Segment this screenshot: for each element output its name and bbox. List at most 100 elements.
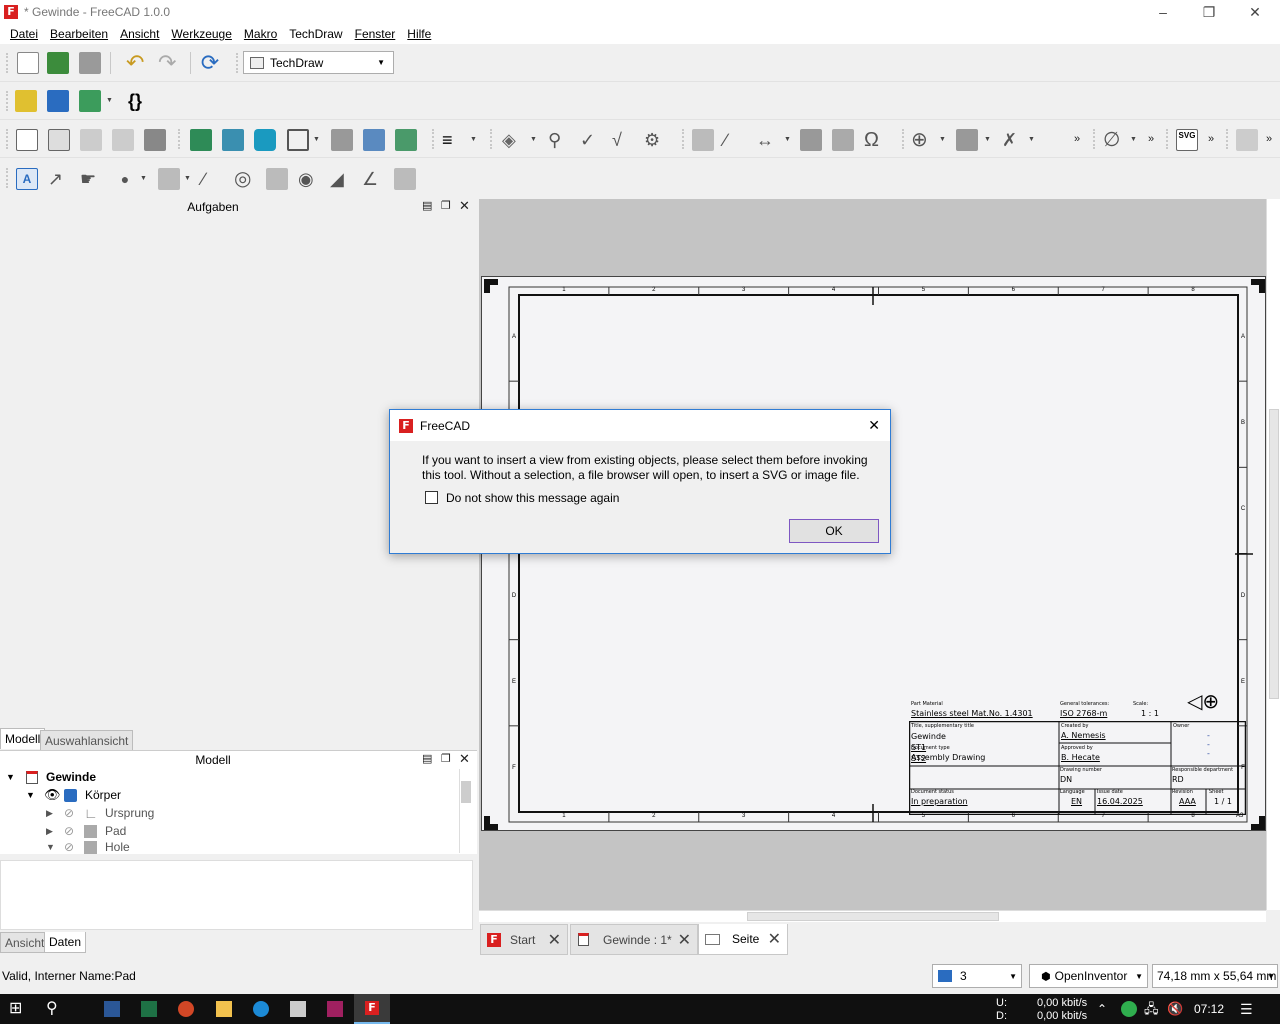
variable-set-icon[interactable]: {}: [124, 90, 146, 112]
float-panel-icon[interactable]: ▤: [422, 199, 432, 212]
winrar-icon[interactable]: [327, 1001, 343, 1017]
float-model-panel-icon[interactable]: ▤: [422, 752, 432, 765]
symbol-icon[interactable]: Ω: [864, 129, 886, 151]
tray-chevron-up-icon[interactable]: ⌃: [1097, 1001, 1113, 1017]
extent-dimension-icon[interactable]: [832, 129, 854, 151]
overflow-chevron-4[interactable]: »: [1266, 133, 1272, 145]
overflow-chevron-2[interactable]: »: [1148, 133, 1154, 145]
leader-line-icon[interactable]: ↗: [48, 168, 70, 190]
close-model-panel-icon[interactable]: ✕: [459, 751, 470, 767]
rich-annotation-icon[interactable]: A: [16, 168, 38, 190]
menu-fenster[interactable]: Fenster: [349, 27, 402, 41]
doc-tab-gewinde[interactable]: Gewinde : 1* ✕: [570, 924, 698, 955]
dimension-display[interactable]: 74,18 mm x 55,64 mm ▼: [1152, 964, 1278, 988]
network-icon[interactable]: 🖧: [1144, 1001, 1160, 1017]
redraw-page-icon[interactable]: [80, 129, 102, 151]
diameter-icon[interactable]: ∅: [1103, 129, 1125, 151]
menu-makro[interactable]: Makro: [238, 27, 283, 41]
surface-finish-icon[interactable]: √: [612, 129, 634, 151]
expand-arrow-icon[interactable]: ▶: [46, 826, 60, 837]
annotation-icon[interactable]: ≡: [442, 129, 464, 151]
export-page-icon[interactable]: [112, 129, 134, 151]
undock-panel-icon[interactable]: ❐: [441, 199, 451, 212]
overflow-chevron-3[interactable]: »: [1208, 133, 1214, 145]
workbench-selector[interactable]: TechDraw ▼: [243, 51, 394, 74]
close-tab-icon[interactable]: ✕: [548, 930, 561, 950]
open-document-icon[interactable]: [47, 52, 69, 74]
hidden-eye-icon[interactable]: ⊘: [64, 806, 84, 820]
section-view-icon[interactable]: [331, 129, 353, 151]
undo-icon[interactable]: ↶: [126, 52, 148, 74]
angle-icon[interactable]: ∠: [362, 168, 384, 190]
menu-bearbeiten[interactable]: Bearbeiten: [44, 27, 114, 41]
remove-cosmetic-icon[interactable]: ✗: [1002, 129, 1024, 151]
centerline-face-icon[interactable]: [158, 168, 180, 190]
menu-hilfe[interactable]: Hilfe: [401, 27, 437, 41]
excel-icon[interactable]: [141, 1001, 157, 1017]
tab-ansicht[interactable]: Ansicht: [0, 932, 50, 953]
redo-icon[interactable]: ↷: [158, 52, 180, 74]
dont-show-again-label[interactable]: Do not show this message again: [446, 491, 619, 505]
expand-arrow-icon[interactable]: ▶: [46, 808, 60, 819]
dont-show-again-checkbox[interactable]: [425, 491, 438, 504]
new-document-icon[interactable]: [17, 52, 39, 74]
chamfer-icon[interactable]: ◢: [330, 168, 352, 190]
hidden-eye-icon[interactable]: ⊘: [64, 824, 84, 838]
doc-tab-start[interactable]: F Start ✕: [480, 924, 568, 955]
active-view-icon[interactable]: [222, 129, 244, 151]
notification-icon[interactable]: ☰: [1240, 1001, 1256, 1017]
navigation-style-selector[interactable]: ⬢ OpenInventor ▼: [1029, 964, 1148, 988]
close-window-button[interactable]: ✕: [1232, 0, 1278, 24]
tree-item-koerper[interactable]: ▼ 👁 Körper: [26, 786, 121, 804]
hatch-icon[interactable]: [692, 129, 714, 151]
expand-arrow-icon[interactable]: ▼: [26, 790, 40, 800]
volume-icon[interactable]: 🔇: [1167, 1001, 1183, 1017]
leader-icon[interactable]: ◈: [502, 129, 524, 151]
tab-auswahlansicht[interactable]: Auswahlansicht: [40, 730, 134, 751]
close-panel-icon[interactable]: ✕: [459, 198, 470, 214]
cosmetic-vertex-icon[interactable]: [956, 129, 978, 151]
dialog-close-icon[interactable]: ✕: [868, 417, 880, 434]
horizontal-dimension-icon[interactable]: ↔: [756, 129, 778, 151]
overflow-chevron-1[interactable]: »: [1074, 133, 1080, 145]
group-icon[interactable]: [47, 90, 69, 112]
windows-start-icon[interactable]: ⊞: [9, 1001, 25, 1017]
drawing-horizontal-scrollbar[interactable]: [479, 910, 1266, 922]
show-all-icon[interactable]: ◉: [298, 168, 320, 190]
format-lines-icon[interactable]: [266, 168, 288, 190]
expand-arrow-icon[interactable]: ▼: [46, 842, 60, 852]
menu-werkzeuge[interactable]: Werkzeuge: [165, 27, 237, 41]
detail-view-icon[interactable]: [363, 129, 385, 151]
tree-item-ursprung[interactable]: ▶ ⊘ ∟ Ursprung: [46, 804, 154, 822]
undock-model-panel-icon[interactable]: ❐: [441, 752, 451, 765]
thread-icon[interactable]: [394, 168, 416, 190]
visibility-eye-icon[interactable]: 👁: [44, 787, 64, 803]
insert-page-icon[interactable]: [16, 129, 38, 151]
cosmetic-circle-icon[interactable]: ◎: [234, 168, 256, 190]
maximize-button[interactable]: ❐: [1186, 0, 1232, 24]
export-svg-icon[interactable]: SVG: [1176, 129, 1198, 151]
tree-item-gewinde[interactable]: ▼ Gewinde: [6, 768, 96, 786]
word-icon[interactable]: [104, 1001, 120, 1017]
insert-view-icon[interactable]: [190, 129, 212, 151]
taskbar-freecad[interactable]: F: [354, 994, 390, 1024]
menu-datei[interactable]: Datei: [4, 27, 44, 41]
wrench-icon[interactable]: ⚙: [644, 129, 666, 151]
minimize-button[interactable]: –: [1140, 0, 1186, 24]
centerline-icon[interactable]: ⊕: [911, 129, 933, 151]
drawing-vertical-scrollbar[interactable]: [1266, 199, 1280, 910]
cosmetic-point-icon[interactable]: ●: [114, 168, 136, 190]
balloon-icon[interactable]: [800, 129, 822, 151]
close-tab-icon[interactable]: ✕: [678, 930, 691, 950]
weld-symbol-icon[interactable]: ☛: [80, 168, 102, 190]
weld-icon[interactable]: ✓: [580, 129, 602, 151]
part-icon[interactable]: [15, 90, 37, 112]
menu-ansicht[interactable]: Ansicht: [114, 27, 165, 41]
tree-item-pad[interactable]: ▶ ⊘ Pad: [46, 822, 126, 840]
camera-icon[interactable]: [254, 129, 276, 151]
layer-selector[interactable]: 3 ▼: [932, 964, 1022, 988]
projection-group-icon[interactable]: [287, 129, 309, 151]
expand-arrow-icon[interactable]: ▼: [6, 772, 20, 782]
close-tab-icon[interactable]: ✕: [768, 929, 781, 949]
tree-item-hole[interactable]: ▼ ⊘ Hole: [46, 840, 130, 854]
